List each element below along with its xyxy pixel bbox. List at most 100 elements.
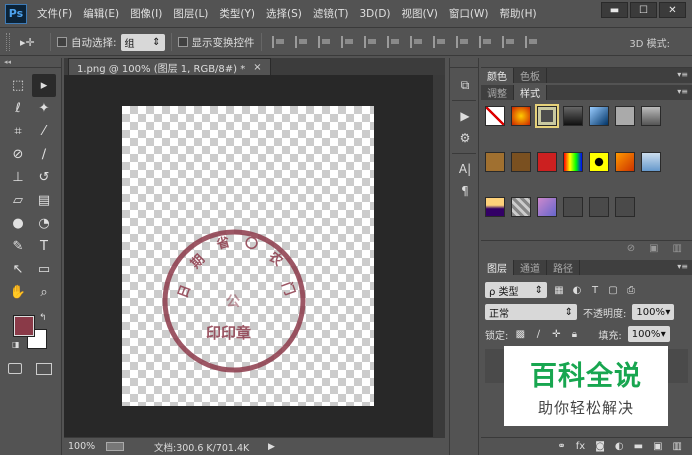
clone-stamp-tool-icon[interactable]: ⊥ <box>6 166 30 189</box>
style-swatch[interactable] <box>641 106 661 126</box>
style-swatch[interactable] <box>563 106 583 126</box>
style-swatch[interactable] <box>615 106 635 126</box>
lasso-tool-icon[interactable]: ℓ <box>6 97 30 120</box>
menu-layer[interactable]: 图层(L) <box>173 6 208 21</box>
crop-tool-icon[interactable]: ⌗ <box>6 120 30 143</box>
new-layer-icon[interactable]: ▣ <box>653 441 662 452</box>
document-tab[interactable]: 1.png @ 100% (图层 1, RGB/8#) * × <box>68 58 271 75</box>
align-bottom-icon[interactable] <box>317 36 332 48</box>
menu-window[interactable]: 窗口(W) <box>449 6 489 21</box>
tab-adjustments[interactable]: 调整 <box>481 85 514 100</box>
style-swatch[interactable] <box>485 151 505 172</box>
distribute-bottom-icon[interactable] <box>455 36 470 48</box>
strip-collapse-icon[interactable] <box>450 58 478 68</box>
filter-type-icon[interactable]: T <box>589 284 601 296</box>
zoom-tool-icon[interactable]: ⌕ <box>32 281 56 304</box>
actions-panel-icon[interactable]: ▶ <box>450 105 480 127</box>
distribute-top-icon[interactable] <box>409 36 424 48</box>
pen-tool-icon[interactable]: ✎ <box>6 235 30 258</box>
style-swatch-selected[interactable] <box>535 104 559 128</box>
screen-mode-icon[interactable] <box>36 363 52 375</box>
delete-layer-icon[interactable]: ▥ <box>673 441 682 452</box>
filter-pixel-icon[interactable]: ▦ <box>553 284 565 296</box>
style-swatch[interactable] <box>563 197 583 218</box>
restore-button[interactable]: ☐ <box>630 2 657 18</box>
style-swatch[interactable] <box>511 106 531 126</box>
link-layers-icon[interactable]: ⚭ <box>557 441 565 452</box>
zoom-level[interactable]: 100% <box>68 441 106 452</box>
auto-align-icon[interactable] <box>524 36 539 48</box>
lock-transparent-icon[interactable]: ▩ <box>514 328 526 340</box>
close-tab-icon[interactable]: × <box>253 62 261 73</box>
eraser-tool-icon[interactable]: ▱ <box>6 189 30 212</box>
new-style-icon[interactable]: ▣ <box>649 243 658 254</box>
swap-colors-icon[interactable]: ↰ <box>39 313 47 323</box>
panel-menu-icon[interactable]: ▾≡ <box>677 262 688 271</box>
rectangle-tool-icon[interactable]: ▭ <box>32 258 56 281</box>
tab-color[interactable]: 颜色 <box>481 68 514 83</box>
move-tool-preset-icon[interactable]: ▸✛ <box>20 36 44 49</box>
add-mask-icon[interactable]: ◙ <box>595 441 605 452</box>
tab-styles[interactable]: 样式 <box>514 85 547 100</box>
move-tool-icon[interactable]: ▸ <box>32 74 56 97</box>
history-brush-tool-icon[interactable]: ↺ <box>32 166 56 189</box>
style-swatch[interactable] <box>589 197 609 218</box>
vertical-scrollbar[interactable] <box>433 75 445 437</box>
style-swatch[interactable] <box>537 151 557 172</box>
menu-file[interactable]: 文件(F) <box>37 6 72 21</box>
align-vcenter-icon[interactable] <box>294 36 309 48</box>
style-swatch[interactable] <box>615 151 635 172</box>
align-left-icon[interactable] <box>340 36 355 48</box>
panel-menu-icon[interactable]: ▾≡ <box>677 87 688 96</box>
eyedropper-tool-icon[interactable]: ⁄ <box>32 120 56 143</box>
style-swatch-none[interactable] <box>485 106 505 126</box>
filter-smart-object-icon[interactable]: ⎙ <box>625 284 637 296</box>
properties-panel-icon[interactable]: ⚙ <box>450 127 480 149</box>
show-transform-checkbox[interactable] <box>177 37 188 47</box>
tab-layers[interactable]: 图层 <box>481 260 514 275</box>
dodge-tool-icon[interactable]: ◔ <box>32 212 56 235</box>
style-swatch[interactable] <box>589 151 609 172</box>
style-swatch[interactable] <box>511 151 531 172</box>
tools-collapse-icon[interactable]: ◂◂ <box>0 58 61 68</box>
style-swatch[interactable] <box>485 197 505 218</box>
default-colors-icon[interactable]: ◨ <box>12 340 20 349</box>
style-swatch[interactable] <box>563 151 583 172</box>
gradient-tool-icon[interactable]: ▤ <box>32 189 56 212</box>
new-adjustment-icon[interactable]: ◐ <box>615 441 624 452</box>
filter-adjustment-icon[interactable]: ◐ <box>571 284 583 296</box>
type-tool-icon[interactable]: T <box>32 235 56 258</box>
blur-tool-icon[interactable]: ● <box>6 212 30 235</box>
fill-field[interactable]: 100% ▾ <box>627 326 670 342</box>
lock-image-icon[interactable]: ∕ <box>532 328 544 340</box>
blend-mode-dropdown[interactable]: 正常 ⇕ <box>485 304 577 320</box>
brush-tool-icon[interactable]: ∕ <box>32 143 56 166</box>
auto-select-dropdown[interactable]: 组 ⇕ <box>120 33 165 51</box>
marquee-tool-icon[interactable]: ⬚ <box>6 74 30 97</box>
align-right-icon[interactable] <box>386 36 401 48</box>
paragraph-panel-icon[interactable]: ¶ <box>450 180 480 202</box>
magic-wand-tool-icon[interactable]: ✦ <box>32 97 56 120</box>
path-selection-tool-icon[interactable]: ↖ <box>6 258 30 281</box>
status-menu-arrow-icon[interactable]: ▶ <box>268 442 275 452</box>
clear-style-icon[interactable]: ⊘ <box>627 243 635 254</box>
new-group-icon[interactable]: ▬ <box>634 441 643 452</box>
hand-tool-icon[interactable]: ✋ <box>6 281 30 304</box>
align-top-icon[interactable] <box>271 36 286 48</box>
panel-menu-icon[interactable]: ▾≡ <box>677 70 688 79</box>
style-swatch[interactable] <box>537 197 557 218</box>
menu-select[interactable]: 选择(S) <box>266 6 302 21</box>
opacity-field[interactable]: 100% ▾ <box>632 304 675 320</box>
auto-select-checkbox[interactable] <box>57 37 67 47</box>
distribute-left-icon[interactable] <box>478 36 493 48</box>
style-swatch[interactable] <box>615 197 635 218</box>
menu-type[interactable]: 类型(Y) <box>219 6 255 21</box>
minimize-button[interactable]: ▬ <box>601 2 628 18</box>
menu-edit[interactable]: 编辑(E) <box>83 6 119 21</box>
distribute-hcenter-icon[interactable] <box>501 36 516 48</box>
healing-brush-tool-icon[interactable]: ⊘ <box>6 143 30 166</box>
layer-kind-dropdown[interactable]: ρ 类型 ⇕ <box>485 282 547 298</box>
tab-channels[interactable]: 通道 <box>514 260 547 275</box>
menu-help[interactable]: 帮助(H) <box>500 6 537 21</box>
style-swatch[interactable] <box>589 106 609 126</box>
